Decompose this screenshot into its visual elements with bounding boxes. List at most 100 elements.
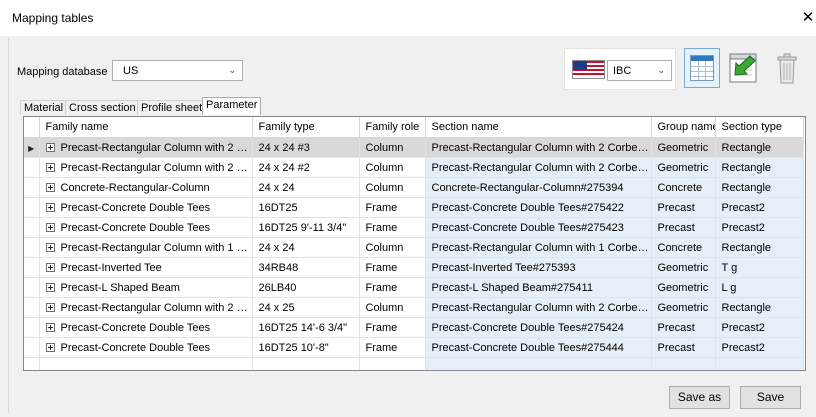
group-name-cell[interactable]: Precast [651, 197, 716, 218]
section-type-cell[interactable]: Rectangle [715, 237, 804, 258]
row-header[interactable] [24, 337, 40, 358]
section-type-cell[interactable]: T g [715, 257, 804, 278]
mapping-grid[interactable]: Family name Family type Family role Sect… [23, 116, 806, 371]
section-type-cell[interactable]: Precast2 [715, 317, 804, 338]
table-row[interactable]: Precast-Rectangular Column with 2 Cor...… [24, 157, 804, 178]
table-row[interactable]: Precast-Concrete Double Tees 16DT25 10'-8… [24, 337, 804, 358]
family-name-cell[interactable]: Precast-Inverted Tee [39, 257, 253, 278]
section-name-cell[interactable]: Concrete-Rectangular-Column#275394 [425, 177, 652, 198]
family-role-cell[interactable]: Column [359, 237, 426, 258]
section-type-cell[interactable]: Precast2 [715, 337, 804, 358]
family-type-cell[interactable]: 16DT25 [252, 197, 360, 218]
family-type-cell[interactable]: 16DT25 10'-8" [252, 337, 360, 358]
family-role-cell[interactable]: Frame [359, 277, 426, 298]
family-name-cell[interactable]: Precast-Concrete Double Tees [39, 317, 253, 338]
family-type-cell[interactable]: 16DT25 14'-6 3/4" [252, 317, 360, 338]
table-row[interactable]: Precast-Concrete Double Tees 16DT25 Frame P… [24, 197, 804, 218]
family-role-cell[interactable]: Column [359, 297, 426, 318]
table-view-button[interactable] [684, 48, 720, 88]
family-role-cell[interactable]: Frame [359, 257, 426, 278]
row-header[interactable] [24, 257, 40, 278]
group-name-cell[interactable]: Geometric [651, 297, 716, 318]
family-role-cell[interactable]: Column [359, 177, 426, 198]
section-type-cell[interactable]: Rectangle [715, 297, 804, 318]
family-type-cell[interactable]: 24 x 25 [252, 297, 360, 318]
table-row[interactable]: Precast-Rectangular Column with 1 Cor...… [24, 237, 804, 258]
row-header[interactable] [24, 197, 40, 218]
group-name-cell[interactable]: Precast [651, 337, 716, 358]
expand-icon[interactable] [45, 242, 55, 252]
section-name-cell[interactable]: Precast-Rectangular Column with 2 Corbel… [425, 297, 652, 318]
design-code-select[interactable]: IBC ⌄ [607, 60, 672, 81]
column-header-section-name[interactable]: Section name [425, 117, 652, 138]
section-name-cell[interactable]: Precast-L Shaped Beam#275411 [425, 277, 652, 298]
group-name-cell[interactable]: Geometric [651, 277, 716, 298]
tab-parameter[interactable]: Parameter [202, 97, 262, 115]
family-type-cell[interactable]: 24 x 24 #2 [252, 157, 360, 178]
expand-icon[interactable] [45, 322, 55, 332]
family-name-cell[interactable]: Precast-Concrete Double Tees [39, 217, 253, 238]
section-name-cell[interactable]: Precast-Rectangular Column with 1 Corbel… [425, 237, 652, 258]
table-row[interactable]: Concrete-Rectangular-Column 24 x 24 Column… [24, 177, 804, 198]
section-type-cell[interactable]: Rectangle [715, 177, 804, 198]
row-header[interactable] [24, 237, 40, 258]
expand-icon[interactable] [45, 222, 55, 232]
section-name-cell[interactable]: Precast-Concrete Double Tees#275422 [425, 197, 652, 218]
family-type-cell[interactable]: 34RB48 [252, 257, 360, 278]
group-name-cell[interactable]: Concrete [651, 177, 716, 198]
family-role-cell[interactable]: Column [359, 137, 426, 158]
row-header[interactable] [24, 317, 40, 338]
expand-icon[interactable] [45, 142, 55, 152]
section-name-cell[interactable]: Precast-Rectangular Column with 2 Corbel… [425, 157, 652, 178]
family-type-cell[interactable]: 24 x 24 [252, 237, 360, 258]
row-header[interactable] [24, 277, 40, 298]
save-button[interactable]: Save [740, 386, 801, 409]
family-name-cell[interactable]: Precast-Rectangular Column with 2 Cor... [39, 297, 253, 318]
expand-icon[interactable] [45, 282, 55, 292]
family-role-cell[interactable]: Column [359, 157, 426, 178]
family-type-cell[interactable]: 16DT25 9'-11 3/4" [252, 217, 360, 238]
section-type-cell[interactable]: Rectangle [715, 157, 804, 178]
group-name-cell[interactable]: Geometric [651, 157, 716, 178]
column-header-section-type[interactable]: Section type [715, 117, 804, 138]
row-header[interactable] [24, 217, 40, 238]
family-name-cell[interactable]: Precast-L Shaped Beam [39, 277, 253, 298]
row-header[interactable] [24, 157, 40, 178]
column-header-group-name[interactable]: Group name [651, 117, 716, 138]
mapping-database-select[interactable]: US ⌄ [112, 60, 243, 81]
family-role-cell[interactable]: Frame [359, 337, 426, 358]
row-header[interactable] [24, 297, 40, 318]
tab-profile-sheet[interactable]: Profile sheet [137, 100, 207, 115]
section-type-cell[interactable]: L g [715, 277, 804, 298]
tab-material[interactable]: Material [20, 100, 68, 115]
column-header-family-name[interactable]: Family name [39, 117, 253, 138]
import-button[interactable] [726, 48, 762, 88]
family-name-cell[interactable]: Concrete-Rectangular-Column [39, 177, 253, 198]
table-row[interactable]: Precast-Inverted Tee 34RB48 Frame Precast-I… [24, 257, 804, 278]
group-name-cell[interactable]: Precast [651, 317, 716, 338]
table-row[interactable]: Precast-Concrete Double Tees 16DT25 9'-11… [24, 217, 804, 238]
table-row[interactable]: Precast-Rectangular Column with 2 Cor...… [24, 297, 804, 318]
row-header[interactable] [24, 177, 40, 198]
expand-icon[interactable] [45, 182, 55, 192]
family-name-cell[interactable]: Precast-Concrete Double Tees [39, 337, 253, 358]
family-role-cell[interactable]: Frame [359, 317, 426, 338]
expand-icon[interactable] [45, 302, 55, 312]
group-name-cell[interactable]: Geometric [651, 257, 716, 278]
column-header-family-role[interactable]: Family role [359, 117, 426, 138]
section-type-cell[interactable]: Precast2 [715, 217, 804, 238]
table-row[interactable]: ▶ Precast-Rectangular Column with 2 Cor..… [24, 137, 804, 158]
group-name-cell[interactable]: Precast [651, 217, 716, 238]
family-type-cell[interactable]: 24 x 24 [252, 177, 360, 198]
family-name-cell[interactable]: Precast-Rectangular Column with 2 Cor... [39, 137, 253, 158]
family-name-cell[interactable]: Precast-Concrete Double Tees [39, 197, 253, 218]
section-name-cell[interactable]: Precast-Inverted Tee#275393 [425, 257, 652, 278]
delete-button[interactable] [772, 48, 802, 88]
tab-cross-section[interactable]: Cross section [65, 100, 140, 115]
section-name-cell[interactable]: Precast-Rectangular Column with 2 Corbel… [425, 137, 652, 158]
expand-icon[interactable] [45, 202, 55, 212]
group-name-cell[interactable]: Geometric [651, 137, 716, 158]
expand-icon[interactable] [45, 162, 55, 172]
expand-icon[interactable] [45, 342, 55, 352]
close-icon[interactable]: ✕ [800, 8, 816, 28]
